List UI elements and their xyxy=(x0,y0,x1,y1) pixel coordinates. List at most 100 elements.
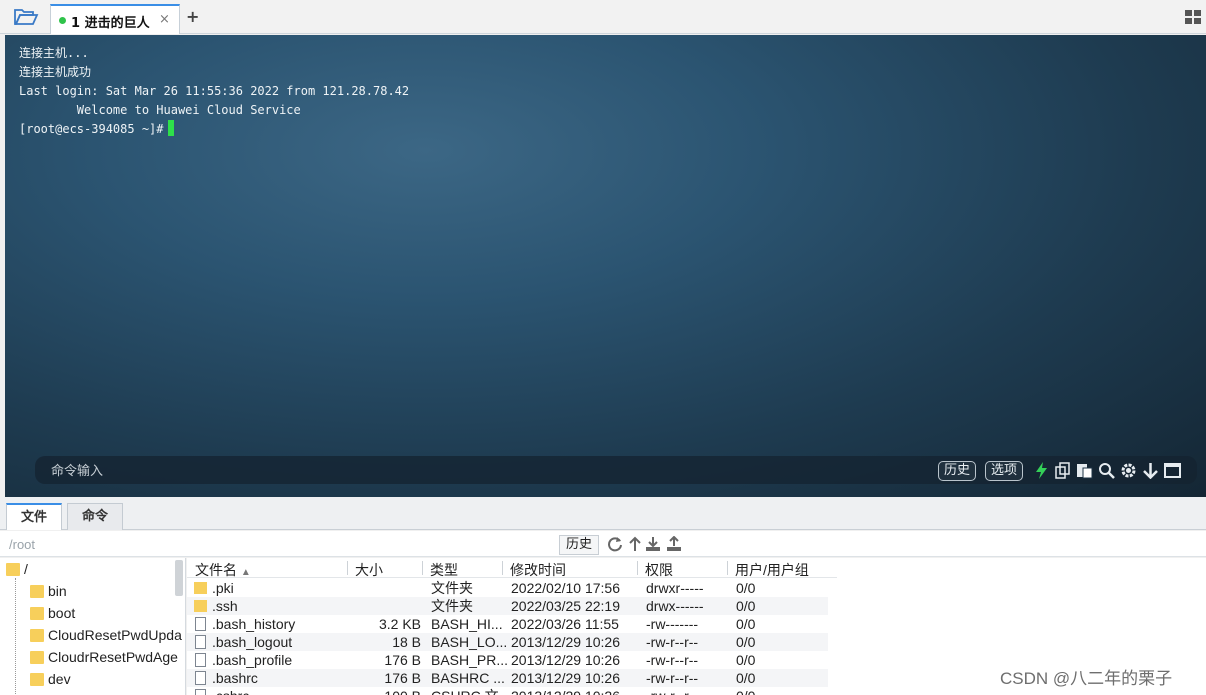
command-history-button[interactable]: 历史 xyxy=(938,461,977,481)
column-header-type[interactable]: 类型 xyxy=(430,560,458,580)
file-permissions: -rw-r--r-- xyxy=(646,652,699,668)
gear-icon[interactable] xyxy=(1120,462,1137,479)
window-icon[interactable] xyxy=(1164,462,1181,479)
column-header-mtime[interactable]: 修改时间 xyxy=(510,560,566,580)
tree-root-label: / xyxy=(24,561,28,577)
file-icon xyxy=(195,635,206,649)
folder-icon xyxy=(30,651,44,664)
command-options-button[interactable]: 选项 xyxy=(985,461,1024,481)
file-row[interactable]: .pki 文件夹 2022/02/10 17:56 drwxr----- 0/0 xyxy=(187,579,828,597)
file-icon xyxy=(195,671,206,685)
close-tab-icon[interactable]: × xyxy=(159,12,170,27)
file-mtime: 2022/03/25 22:19 xyxy=(511,598,620,614)
file-owner: 0/0 xyxy=(736,687,755,695)
file-row[interactable]: .bashrc 176 B BASHRC ... 2013/12/29 10:26 -r… xyxy=(187,669,828,687)
file-type: BASH_HI... xyxy=(431,616,503,632)
file-owner: 0/0 xyxy=(736,670,756,686)
file-name: .cshrc xyxy=(212,687,249,695)
terminal-cursor xyxy=(167,120,174,136)
folder-icon xyxy=(194,582,207,594)
file-size: 3.2 KB xyxy=(378,616,421,632)
command-input[interactable] xyxy=(51,461,911,479)
file-list-header: 文件名 ▲ 大小 类型 修改时间 权限 用户/用户组 xyxy=(187,558,837,578)
file-owner: 0/0 xyxy=(736,634,756,650)
session-tab-title: 1 进击的巨人 xyxy=(71,16,150,31)
shell-prompt: [root@ecs-394085 ~]# xyxy=(19,122,164,136)
tree-guide-lines xyxy=(15,578,30,695)
terminal-line: Welcome to Huawei Cloud Service xyxy=(19,103,301,117)
terminal-pane[interactable]: 连接主机... 连接主机成功 Last login: Sat Mar 26 11:5… xyxy=(5,35,1206,497)
column-divider[interactable] xyxy=(637,561,638,575)
copy-icon[interactable] xyxy=(1054,462,1071,479)
layout-grid-icon[interactable] xyxy=(1185,10,1201,24)
folder-icon xyxy=(30,607,44,620)
file-name: .ssh xyxy=(212,598,238,614)
file-size: 176 B xyxy=(384,670,421,686)
file-owner: 0/0 xyxy=(736,616,756,632)
open-folder-icon[interactable] xyxy=(13,7,39,27)
paste-icon[interactable] xyxy=(1076,462,1093,479)
tree-item-label: CloudrResetPwdAge xyxy=(48,649,178,665)
file-type: 文件夹 xyxy=(431,598,473,614)
file-size: 18 B xyxy=(392,634,421,650)
column-divider[interactable] xyxy=(347,561,348,575)
up-dir-icon[interactable] xyxy=(627,536,643,552)
file-owner: 0/0 xyxy=(736,580,756,596)
download-icon[interactable] xyxy=(645,536,661,552)
add-tab-button[interactable]: + xyxy=(186,7,199,26)
file-mtime: 2022/02/10 17:56 xyxy=(511,580,620,596)
refresh-icon[interactable] xyxy=(607,536,623,552)
column-divider[interactable] xyxy=(502,561,503,575)
lightning-icon[interactable] xyxy=(1033,462,1050,479)
folder-icon xyxy=(30,629,44,642)
file-type: BASHRC ... xyxy=(431,670,505,686)
file-row[interactable]: .bash_profile 176 B BASH_PR... 2013/12/29 1… xyxy=(187,651,828,669)
arrow-down-icon[interactable] xyxy=(1142,462,1159,479)
folder-icon xyxy=(6,563,20,576)
tree-item-label: boot xyxy=(48,605,76,621)
file-row[interactable]: .cshrc 100 B CSHRC 文...2013/12/29 10:26 -rw… xyxy=(187,687,828,695)
session-tab[interactable]: 1 进击的巨人 × xyxy=(50,4,180,34)
file-name: .bashrc xyxy=(212,670,258,686)
column-header-size[interactable]: 大小 xyxy=(355,560,383,580)
file-owner: 0/0 xyxy=(736,652,756,668)
session-tab-bar: 1 进击的巨人 × + xyxy=(0,0,1206,34)
tab-files[interactable]: 文件 xyxy=(6,503,63,530)
column-header-label: 文件名 xyxy=(195,562,237,578)
path-input[interactable] xyxy=(9,535,549,553)
column-divider[interactable] xyxy=(727,561,728,575)
folder-icon xyxy=(30,585,44,598)
tree-item-label: bin xyxy=(48,583,67,599)
column-header-permissions[interactable]: 权限 xyxy=(645,560,673,580)
upload-icon[interactable] xyxy=(666,536,682,552)
file-type: BASH_PR... xyxy=(431,652,509,668)
tree-scrollbar[interactable] xyxy=(175,560,183,596)
directory-tree: / bin boot CloudResetPwdUpda CloudrReset… xyxy=(0,558,186,695)
column-header-owner[interactable]: 用户/用户组 xyxy=(735,560,809,580)
prompt-line: [root@ecs-394085 ~]# xyxy=(19,120,409,139)
terminal-line: 连接主机成功 xyxy=(19,65,92,79)
terminal-line: Last login: Sat Mar 26 11:55:36 2022 fro… xyxy=(19,84,410,98)
file-name: .bash_logout xyxy=(212,634,293,650)
file-row[interactable]: .bash_history 3.2 KB BASH_HI... 2022/03/26 … xyxy=(187,615,828,633)
column-header-name[interactable]: 文件名 ▲ xyxy=(195,560,251,580)
column-divider[interactable] xyxy=(422,561,423,575)
folder-icon xyxy=(30,673,44,686)
file-row[interactable]: .bash_logout 18 B BASH_LO... 2013/12/29 10:… xyxy=(187,633,828,651)
file-permissions: drwxr----- xyxy=(646,580,704,596)
path-bar: 历史 xyxy=(0,531,1206,557)
tab-commands[interactable]: 命令 xyxy=(67,503,124,530)
watermark: CSDN @八二年的栗子 xyxy=(1000,669,1173,688)
path-history-button[interactable]: 历史 xyxy=(559,535,600,555)
file-mtime: 2013/12/29 10:26 xyxy=(511,652,620,668)
tree-item-label: CloudResetPwdUpda xyxy=(48,627,182,643)
file-mtime: 2013/12/29 10:26 xyxy=(511,634,620,650)
file-mtime: 2022/03/26 11:55 xyxy=(511,616,619,632)
file-icon xyxy=(195,617,206,631)
file-row[interactable]: .ssh 文件夹 2022/03/25 22:19 drwx------ 0/0 xyxy=(187,597,828,615)
file-permissions: -rw------- xyxy=(646,616,699,632)
file-size: 100 B xyxy=(384,687,421,695)
file-type: CSHRC 文... xyxy=(431,687,510,695)
search-icon[interactable] xyxy=(1098,462,1115,479)
file-mtime: 2013/12/29 10:26 xyxy=(511,670,620,686)
